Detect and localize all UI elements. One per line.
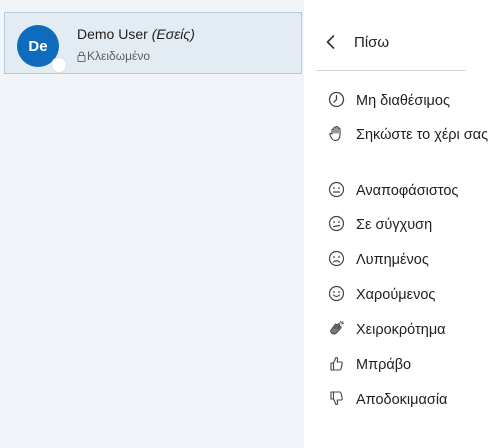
user-list-item[interactable]: De Demo User (Εσείς) Κλειδωμένο bbox=[4, 12, 302, 74]
clock-icon bbox=[328, 91, 345, 108]
menu-item-label: Σηκώστε το χέρι σας bbox=[356, 127, 489, 143]
menu-item-label: Αποδοκιμασία bbox=[356, 392, 448, 408]
app-root: De Demo User (Εσείς) Κλειδωμένο Πίσω Μη … bbox=[0, 0, 500, 448]
you-tag: (Εσείς) bbox=[151, 26, 195, 42]
user-name: Demo User (Εσείς) bbox=[77, 26, 195, 42]
menu-item-label: Χειροκρότημα bbox=[356, 322, 446, 338]
user-status: Κλειδωμένο bbox=[77, 49, 150, 63]
menu-item-label: Λυπημένος bbox=[356, 252, 429, 268]
clapping-hands-icon bbox=[330, 320, 344, 335]
thumbs-down-icon bbox=[330, 391, 343, 406]
user-status-label: Κλειδωμένο bbox=[87, 49, 151, 63]
sad-face-icon bbox=[328, 250, 345, 267]
back-button[interactable]: Πίσω bbox=[316, 28, 476, 56]
menu-item-bravo[interactable]: Μπράβο bbox=[316, 355, 500, 375]
lock-icon bbox=[77, 51, 86, 62]
presence-status-dot bbox=[51, 57, 67, 73]
menu-item-label: Μπράβο bbox=[356, 357, 412, 373]
chevron-left-icon bbox=[326, 35, 335, 49]
thumbs-up-icon bbox=[330, 356, 343, 371]
menu-item-raise-hand[interactable]: Σηκώστε το χέρι σας bbox=[316, 125, 500, 145]
happy-face-icon bbox=[328, 285, 345, 302]
menu-item-unavailable[interactable]: Μη διαθέσιμος bbox=[316, 91, 500, 111]
menu-divider bbox=[316, 70, 466, 71]
menu-item-disapproval[interactable]: Αποδοκιμασία bbox=[316, 390, 500, 410]
back-label: Πίσω bbox=[354, 33, 390, 51]
reactions-menu: Πίσω Μη διαθέσιμος Σηκώστε το χέρι σας Α… bbox=[316, 0, 500, 448]
menu-item-confused[interactable]: Σε σύγχυση bbox=[316, 215, 500, 235]
menu-item-sad[interactable]: Λυπημένος bbox=[316, 250, 500, 270]
menu-item-applause[interactable]: Χειροκρότημα bbox=[316, 320, 500, 340]
menu-item-label: Αναποφάσιστος bbox=[356, 183, 459, 199]
menu-item-label: Μη διαθέσιμος bbox=[356, 93, 450, 109]
menu-item-happy[interactable]: Χαρούμενος bbox=[316, 285, 500, 305]
user-list-panel: De Demo User (Εσείς) Κλειδωμένο bbox=[0, 0, 304, 448]
raised-hand-icon bbox=[329, 125, 341, 142]
menu-item-label: Σε σύγχυση bbox=[356, 217, 433, 233]
menu-item-undecided[interactable]: Αναποφάσιστος bbox=[316, 181, 500, 201]
confused-face-icon bbox=[328, 215, 345, 232]
neutral-face-icon bbox=[328, 181, 345, 198]
menu-item-label: Χαρούμενος bbox=[356, 287, 436, 303]
